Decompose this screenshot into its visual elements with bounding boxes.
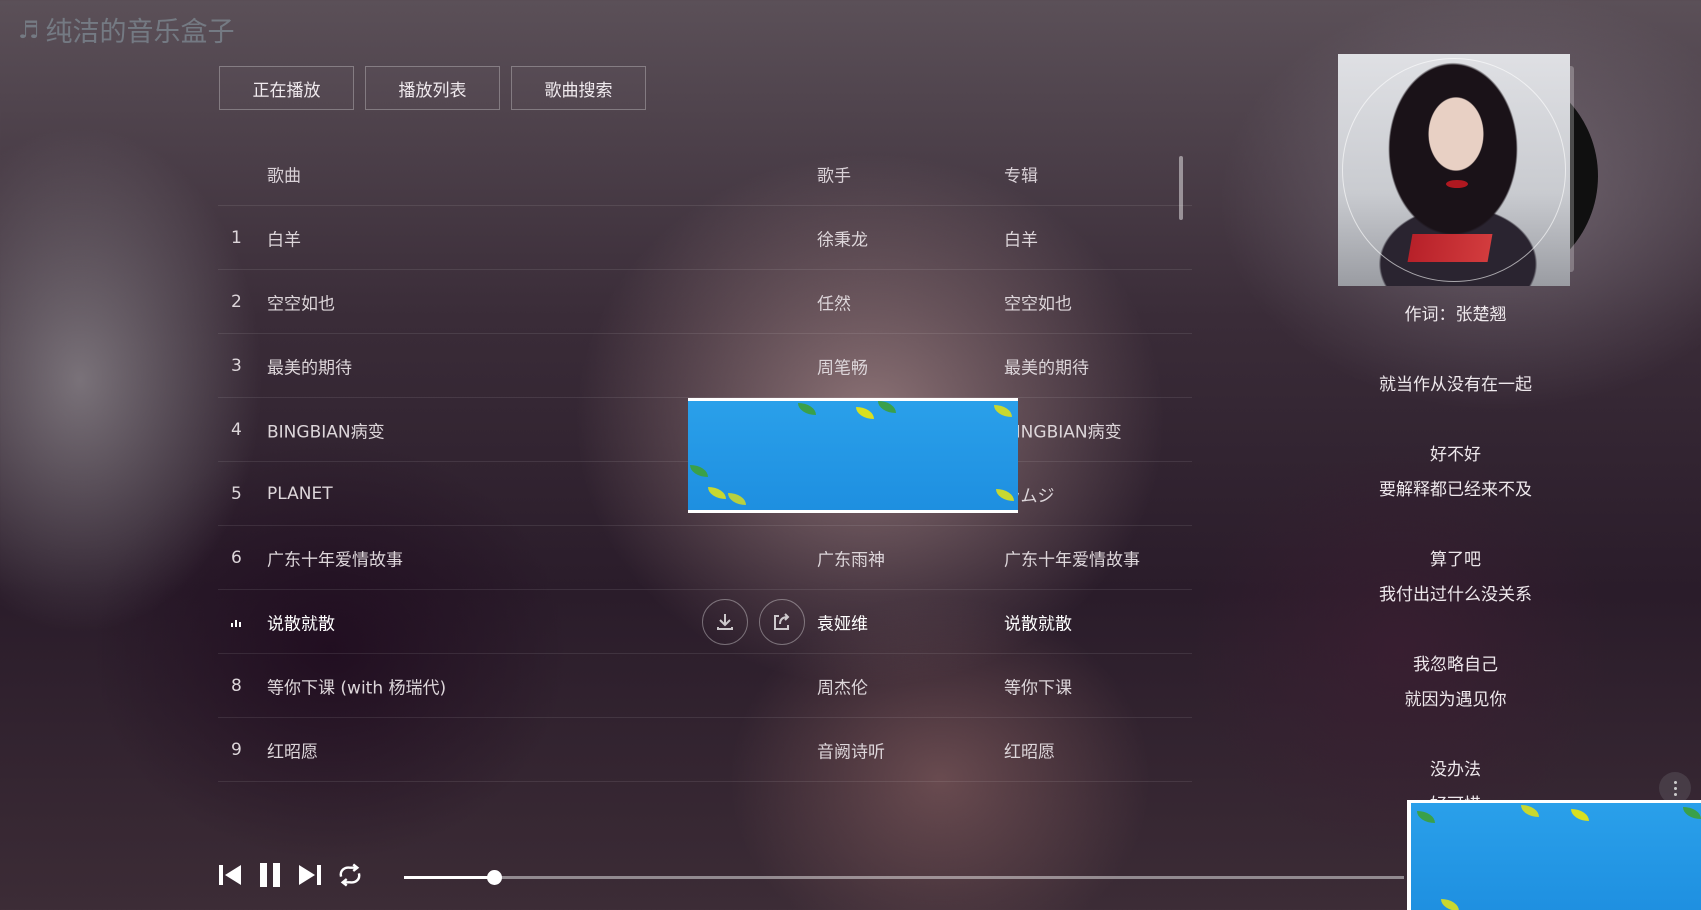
song-title[interactable]: 等你下课 (with 杨瑞代) (267, 673, 446, 698)
progress-knob[interactable] (487, 870, 502, 885)
table-row[interactable]: 3 最美的期待 周笔畅 最美的期待 (218, 334, 1192, 398)
player-controls (217, 861, 363, 889)
album-name[interactable]: 等你下课 (1004, 673, 1072, 698)
song-title[interactable]: PLANET (267, 484, 333, 504)
song-title[interactable]: 广东十年爱情故事 (267, 545, 403, 570)
leaf-decoration (1521, 805, 1539, 817)
previous-icon[interactable] (217, 861, 243, 889)
lyric-line (1338, 613, 1573, 648)
leaf-decoration (996, 489, 1014, 501)
artist-name[interactable]: 周笔畅 (817, 353, 868, 378)
ad-banner[interactable] (688, 398, 1018, 513)
header-song: 歌曲 (267, 166, 301, 186)
song-title[interactable]: 红昭愿 (267, 737, 318, 762)
leaf-decoration (1571, 809, 1589, 821)
album-name[interactable]: BINGBIAN病变 (1004, 417, 1122, 442)
row-number: 8 (231, 675, 242, 696)
leaf-decoration (1441, 899, 1459, 910)
share-icon[interactable] (759, 598, 805, 645)
leaf-decoration (856, 407, 874, 419)
album-name[interactable]: 白羊 (1004, 225, 1038, 250)
app-logo: ♬ 纯洁的音乐盒子 (18, 10, 235, 49)
album-cover-image (1338, 54, 1570, 286)
leaf-decoration (878, 401, 896, 413)
artist-name[interactable]: 任然 (817, 289, 851, 314)
next-icon[interactable] (297, 861, 323, 889)
tab-bar: 正在播放 播放列表 歌曲搜索 (219, 66, 646, 110)
artist-name[interactable]: 音阙诗听 (817, 737, 885, 762)
artist-name[interactable]: 周杰伦 (817, 673, 868, 698)
tab-now-playing[interactable]: 正在播放 (219, 66, 354, 110)
lyric-line: 我忽略自己 (1413, 655, 1498, 675)
app-title: 纯洁的音乐盒子 (45, 17, 235, 48)
lyric-line: 作词：张楚翘 (1404, 305, 1507, 325)
leaf-decoration (1417, 811, 1435, 823)
lyric-line: 没办法 (1430, 760, 1481, 780)
song-title[interactable]: 空空如也 (267, 289, 335, 314)
lyric-line (1338, 508, 1573, 543)
song-list-header: 歌曲 歌手 专辑 (218, 142, 1192, 206)
table-row[interactable]: 9 红昭愿 音阙诗听 红昭愿 (218, 718, 1192, 782)
row-number: 5 (231, 483, 242, 504)
row-actions (702, 598, 805, 645)
table-row[interactable]: 1 白羊 徐秉龙 白羊 (218, 206, 1192, 270)
artist-name[interactable]: 徐秉龙 (817, 225, 868, 250)
row-number: 4 (231, 419, 242, 440)
download-icon[interactable] (702, 598, 748, 645)
tab-playlist[interactable]: 播放列表 (365, 66, 500, 110)
lyric-line: 我付出过什么没关系 (1379, 585, 1532, 605)
header-artist: 歌手 (817, 166, 851, 186)
list-scrollbar[interactable] (1179, 156, 1183, 220)
album-name[interactable]: 空空如也 (1004, 289, 1072, 314)
ad-banner-corner[interactable] (1407, 800, 1701, 910)
lyric-line: 就当作从没有在一起 (1379, 375, 1532, 395)
lyric-line (1338, 333, 1573, 368)
lyric-line: 好不好 (1430, 445, 1481, 465)
leaf-decoration (994, 405, 1012, 417)
progress-fill (404, 876, 494, 879)
artist-name[interactable]: 广东雨神 (817, 545, 885, 570)
leaf-decoration (798, 403, 816, 415)
lyric-line: 要解释都已经来不及 (1379, 480, 1532, 500)
lyric-line: 就因为遇见你 (1404, 690, 1507, 710)
row-number: 3 (231, 355, 242, 376)
album-name[interactable]: 说散就散 (1004, 609, 1072, 634)
table-row-playing[interactable]: 说散就散 袁娅维 说散就散 (218, 590, 1192, 654)
lyric-line (1338, 403, 1573, 438)
artist-name[interactable]: 袁娅维 (817, 609, 868, 634)
album-cover-area (1338, 54, 1598, 286)
table-row[interactable]: 6 广东十年爱情故事 广东雨神 广东十年爱情故事 (218, 526, 1192, 590)
lyrics-panel: 作词：张楚翘 就当作从没有在一起 好不好 要解释都已经来不及 算了吧 我付出过什… (1338, 298, 1573, 806)
lyric-line (1338, 718, 1573, 753)
song-title[interactable]: BINGBIAN病变 (267, 417, 385, 442)
leaf-decoration (728, 493, 746, 505)
leaf-decoration (1683, 807, 1701, 819)
album-name[interactable]: 广东十年爱情故事 (1004, 545, 1140, 570)
row-number: 6 (231, 547, 242, 568)
row-number: 9 (231, 739, 242, 760)
now-playing-indicator-icon (231, 612, 251, 632)
music-note-icon: ♬ (18, 15, 40, 44)
repeat-icon[interactable] (337, 861, 363, 889)
song-title[interactable]: 最美的期待 (267, 353, 352, 378)
album-name[interactable]: 红昭愿 (1004, 737, 1055, 762)
tab-song-search[interactable]: 歌曲搜索 (511, 66, 646, 110)
song-title[interactable]: 说散就散 (267, 609, 335, 634)
song-title[interactable]: 白羊 (267, 225, 301, 250)
lyric-line: 算了吧 (1430, 550, 1481, 570)
table-row[interactable]: 8 等你下课 (with 杨瑞代) 周杰伦 等你下课 (218, 654, 1192, 718)
leaf-decoration (690, 465, 708, 477)
row-number: 1 (231, 227, 242, 248)
pause-icon[interactable] (257, 861, 283, 889)
progress-bar[interactable] (404, 870, 1404, 885)
album-name[interactable]: 最美的期待 (1004, 353, 1089, 378)
header-album: 专辑 (1004, 166, 1038, 186)
leaf-decoration (708, 487, 726, 499)
table-row[interactable]: 2 空空如也 任然 空空如也 (218, 270, 1192, 334)
row-number: 2 (231, 291, 242, 312)
